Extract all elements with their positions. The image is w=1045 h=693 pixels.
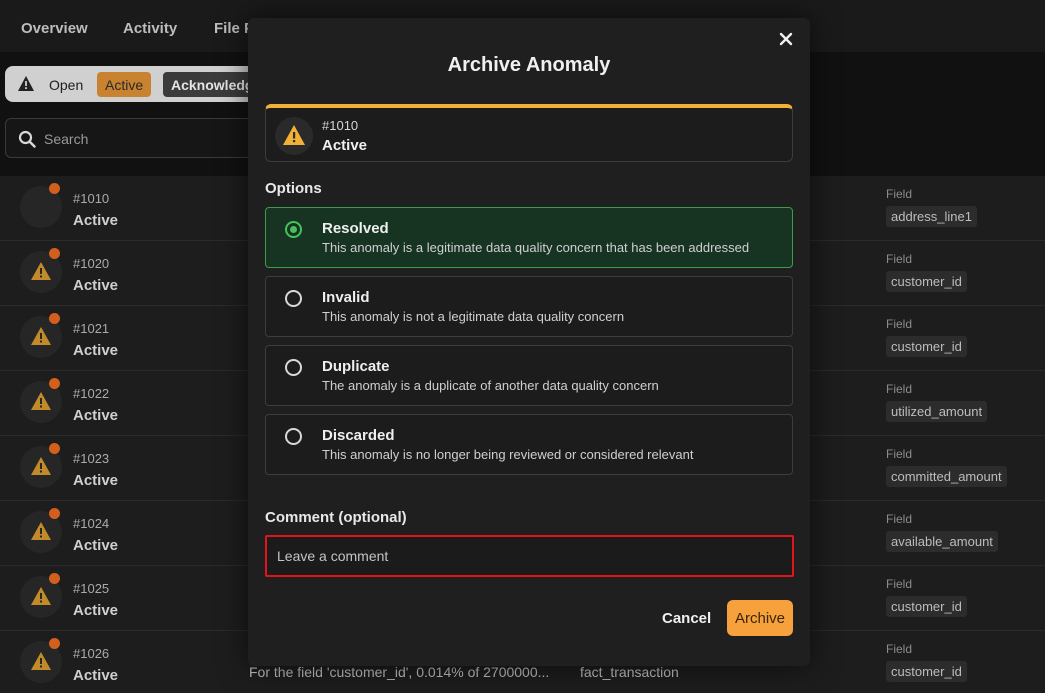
anomaly-id: #1022 <box>73 386 110 401</box>
warning-icon <box>30 391 52 416</box>
option-name: Invalid <box>322 289 370 306</box>
anomaly-id: #1010 <box>322 118 359 133</box>
option-description: This anomaly is not a legitimate data qu… <box>322 309 625 324</box>
field-chip: committed_amount <box>886 466 1007 487</box>
status-dot <box>49 573 60 584</box>
status-dot <box>49 378 60 389</box>
anomaly-id: #1023 <box>73 451 110 466</box>
field-chip: utilized_amount <box>886 401 988 422</box>
tab-activity[interactable]: Activity <box>123 20 177 37</box>
field-chip: address_line1 <box>886 206 977 227</box>
anomaly-status: Active <box>73 537 119 554</box>
radio-button[interactable] <box>285 359 302 376</box>
anomaly-status: Active <box>73 277 119 294</box>
anomaly-status: Active <box>73 667 119 684</box>
anomaly-id: #1020 <box>73 256 110 271</box>
filter-acknowledged[interactable]: Acknowledg <box>163 72 262 97</box>
dialog-title: Archive Anomaly <box>447 54 611 76</box>
search-icon <box>18 130 36 153</box>
field-chip: customer_id <box>886 661 967 682</box>
option-name: Resolved <box>322 220 389 237</box>
field-chip: customer_id <box>886 271 967 292</box>
field-chip: available_amount <box>886 531 998 552</box>
anomaly-status: Active <box>73 342 119 359</box>
anomaly-id: #1024 <box>73 516 110 531</box>
warning-icon <box>30 456 52 481</box>
warning-icon <box>282 124 306 151</box>
option-name: Discarded <box>322 427 395 444</box>
anomaly-status: Active <box>73 472 119 489</box>
filter-active[interactable]: Active <box>97 72 152 97</box>
status-dot <box>49 183 60 194</box>
warning-icon <box>30 521 52 546</box>
cancel-button[interactable]: Cancel <box>652 601 721 635</box>
field-label: Field <box>886 252 913 266</box>
close-icon[interactable] <box>778 31 794 47</box>
warning-icon <box>30 326 52 351</box>
status-dot <box>49 638 60 649</box>
radio-button[interactable] <box>285 221 302 238</box>
anomaly-id: #1010 <box>73 191 110 206</box>
warning-icon <box>17 75 35 97</box>
option-name: Duplicate <box>322 358 390 375</box>
status-filter-bar: Open Active Acknowledg <box>5 66 270 102</box>
anomaly-summary-card: #1010 Active <box>265 104 793 162</box>
status-dot <box>49 313 60 324</box>
field-chip: customer_id <box>886 596 967 617</box>
avatar <box>275 117 313 155</box>
option-description: This anomaly is a legitimate data qualit… <box>322 240 750 255</box>
anomaly-description: For the field 'customer_id', 0.014% of 2… <box>249 664 550 680</box>
warning-icon <box>30 586 52 611</box>
field-label: Field <box>886 642 913 656</box>
field-label: Field <box>886 187 913 201</box>
status-dot <box>49 248 60 259</box>
search-placeholder: Search <box>44 131 89 147</box>
anomaly-id: #1025 <box>73 581 110 596</box>
option-duplicate[interactable]: Duplicate The anomaly is a duplicate of … <box>265 345 793 406</box>
option-invalid[interactable]: Invalid This anomaly is not a legitimate… <box>265 276 793 337</box>
anomaly-status: Active <box>322 137 368 154</box>
option-description: This anomaly is no longer being reviewed… <box>322 447 694 462</box>
anomaly-status: Active <box>73 407 119 424</box>
field-label: Field <box>886 447 913 461</box>
field-label: Field <box>886 512 913 526</box>
radio-button[interactable] <box>285 290 302 307</box>
warning-icon <box>30 261 52 286</box>
radio-button[interactable] <box>285 428 302 445</box>
option-discarded[interactable]: Discarded This anomaly is no longer bein… <box>265 414 793 475</box>
filter-open[interactable]: Open <box>49 77 83 93</box>
anomaly-id: #1026 <box>73 646 110 661</box>
comment-label: Comment (optional) <box>265 509 407 526</box>
status-dot <box>49 508 60 519</box>
anomaly-table: fact_transaction <box>580 664 679 680</box>
anomaly-id: #1021 <box>73 321 110 336</box>
field-label: Field <box>886 317 913 331</box>
option-resolved[interactable]: Resolved This anomaly is a legitimate da… <box>265 207 793 268</box>
search-input[interactable]: Search <box>5 118 270 158</box>
archive-button[interactable]: Archive <box>727 600 793 636</box>
option-description: The anomaly is a duplicate of another da… <box>322 378 659 393</box>
comment-input[interactable] <box>265 535 794 577</box>
warning-icon <box>30 651 52 676</box>
tab-overview[interactable]: Overview <box>21 20 88 37</box>
field-label: Field <box>886 382 913 396</box>
field-chip: customer_id <box>886 336 967 357</box>
field-label: Field <box>886 577 913 591</box>
anomaly-status: Active <box>73 212 119 229</box>
archive-anomaly-dialog: Archive Anomaly #1010 Active Options Res… <box>248 18 810 666</box>
status-dot <box>49 443 60 454</box>
options-label: Options <box>265 180 322 197</box>
anomaly-status: Active <box>73 602 119 619</box>
